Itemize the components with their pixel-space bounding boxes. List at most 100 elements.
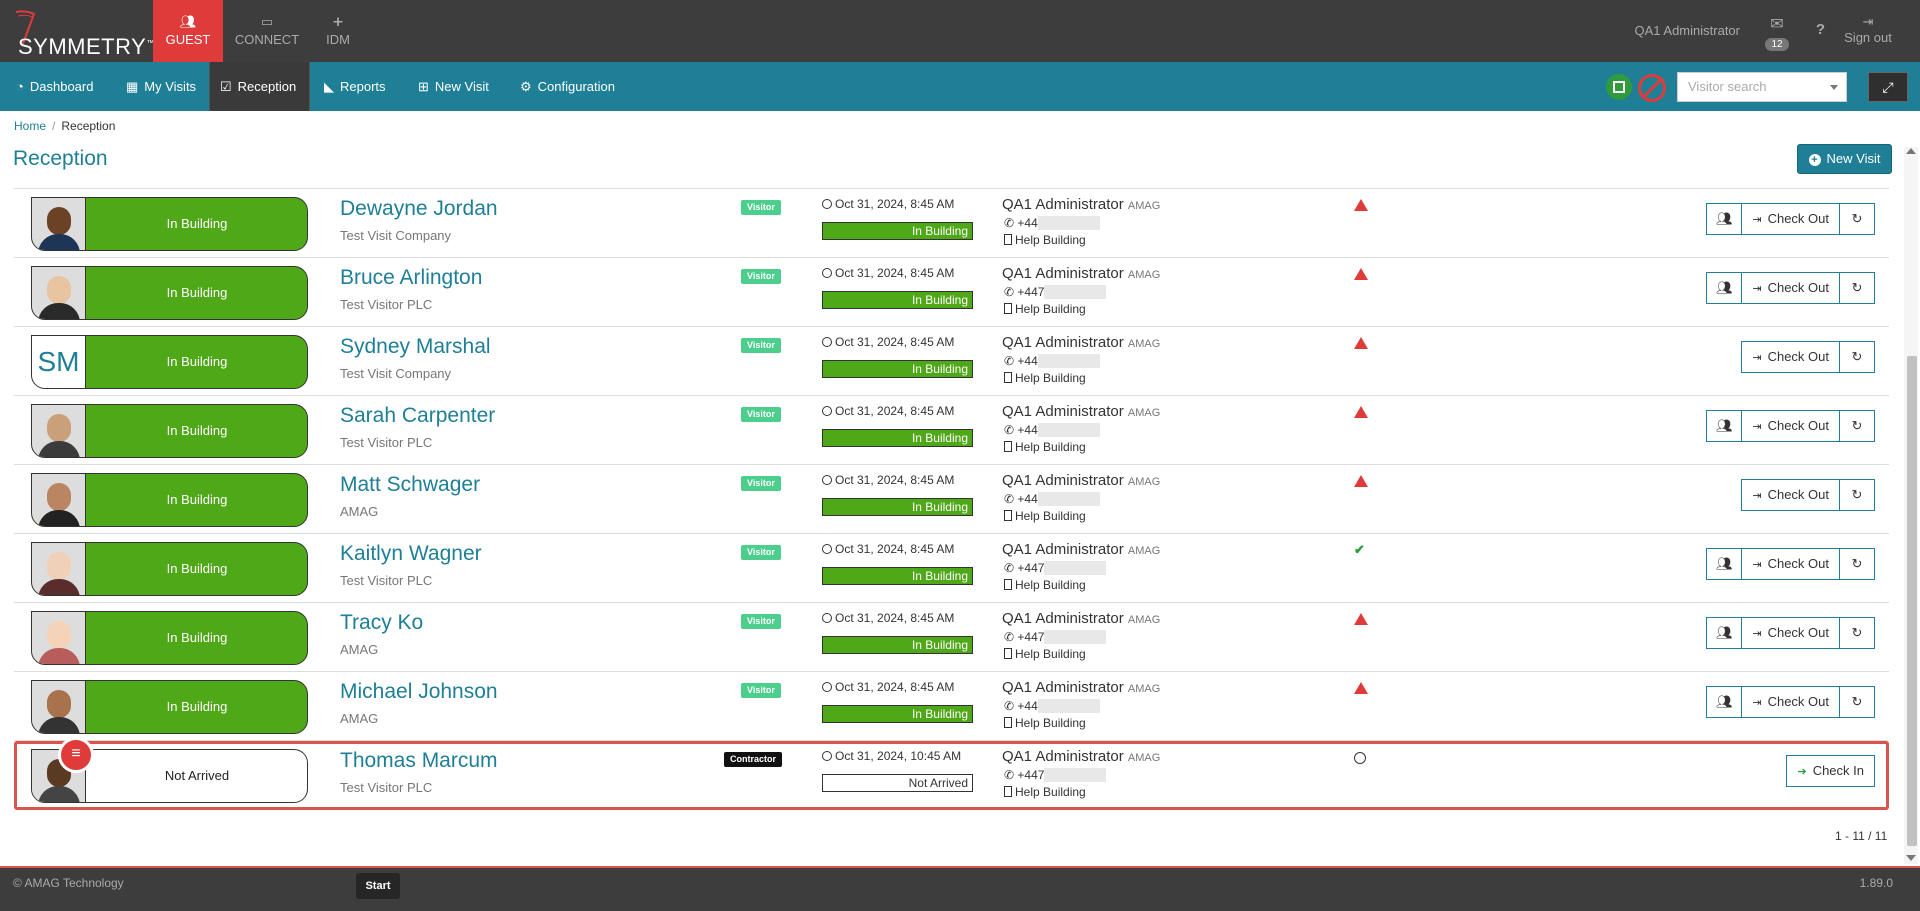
warning-icon (1354, 406, 1368, 418)
visit-row[interactable]: In Building Dewayne Jordan Test Visit Co… (14, 189, 1889, 258)
check-out-label: Check Out (1767, 625, 1829, 640)
nav-dashboard[interactable]: ◔ Dashboard (6, 62, 103, 111)
building-label: Help Building (1015, 785, 1086, 799)
visit-time-label: Oct 31, 2024, 8:45 AM (835, 404, 955, 418)
breadcrumb-home[interactable]: Home (14, 119, 46, 133)
users-icon: 👥︎ (1716, 625, 1733, 640)
group-button[interactable]: 👥︎ (1706, 617, 1743, 649)
visitor-name[interactable]: Tracy Ko (340, 611, 423, 635)
check-out-label: Check Out (1767, 280, 1829, 295)
visitor-name[interactable]: Kaitlyn Wagner (340, 542, 482, 566)
visit-time: Oct 31, 2024, 8:45 AM (822, 611, 954, 625)
nav-configuration[interactable]: ⚙︎ Configuration (510, 62, 625, 111)
module-idm[interactable]: ➕︎ IDM (303, 0, 373, 62)
check-out-button[interactable]: ⇥ Check Out (1741, 479, 1840, 511)
nav-reports[interactable]: ◣ Reports (314, 62, 396, 111)
sign-out-button[interactable]: ⇥ Sign out (1838, 14, 1898, 45)
nav-new-visit[interactable]: ⊞ New Visit (408, 62, 499, 111)
clock-icon (822, 337, 832, 347)
visitor-name[interactable]: Sydney Marshal (340, 335, 491, 359)
visitor-type-badge: Visitor (741, 269, 781, 284)
check-out-button[interactable]: ⇥ Check Out (1741, 617, 1840, 649)
visitor-name[interactable]: Michael Johnson (340, 680, 498, 704)
phone-icon: ✆ (1004, 561, 1018, 575)
phone-redacted (1044, 768, 1107, 782)
visit-status-pill[interactable]: In Building (31, 611, 308, 665)
host-phone: ✆ +44 (1004, 492, 1100, 506)
check-out-button[interactable]: ⇥ Check Out (1741, 686, 1840, 718)
building-label: Help Building (1015, 578, 1086, 592)
check-out-button[interactable]: ⇥ Check Out (1741, 272, 1840, 304)
check-icon: ✔︎ (1354, 542, 1365, 557)
no-entry-button[interactable] (1638, 74, 1666, 102)
visit-status-pill[interactable]: In Building (31, 404, 308, 458)
visit-status-pill[interactable]: In Building (31, 542, 308, 596)
group-button[interactable]: 👥︎ (1706, 686, 1743, 718)
check-out-button[interactable]: ⇥ Check Out (1741, 548, 1840, 580)
avatar-body (38, 234, 80, 250)
refresh-button[interactable]: ↻ (1839, 686, 1875, 718)
visit-row[interactable]: Not Arrived ≡ Thomas Marcum Test Visitor… (14, 737, 1889, 810)
check-out-button[interactable]: ⇥ Check Out (1741, 410, 1840, 442)
visitor-name[interactable]: Thomas Marcum (340, 749, 498, 773)
module-guest-label: GUEST (165, 32, 211, 47)
group-button[interactable]: 👥︎ (1706, 272, 1743, 304)
visitor-company: Test Visit Company (340, 228, 452, 243)
building: Help Building (1004, 509, 1086, 523)
sign-out-icon: ⇥ (1752, 628, 1762, 640)
refresh-button[interactable]: ↻ (1839, 203, 1875, 235)
refresh-button[interactable]: ↻ (1839, 617, 1875, 649)
start-button[interactable]: Start (356, 873, 400, 899)
visit-row[interactable]: In Building Matt Schwager AMAG Visitor O… (14, 465, 1889, 534)
group-button[interactable]: 👥︎ (1706, 203, 1743, 235)
visit-status-pill[interactable]: In Building (31, 473, 308, 527)
visit-status-pill[interactable]: In Building (31, 266, 308, 320)
visitor-name[interactable]: Bruce Arlington (340, 266, 482, 290)
visit-row[interactable]: In Building Michael Johnson AMAG Visitor… (14, 672, 1889, 741)
symmetry-logo[interactable]: SYMMETRY™ (6, 4, 154, 60)
group-button[interactable]: 👥︎ (1706, 548, 1743, 580)
visit-status-pill[interactable]: In Building (31, 197, 308, 251)
check-out-button[interactable]: ⇥ Check Out (1741, 203, 1840, 235)
visit-row[interactable]: In Building Bruce Arlington Test Visitor… (14, 258, 1889, 327)
current-user[interactable]: QA1 Administrator (1635, 23, 1741, 38)
help-button[interactable]: ? (1816, 21, 1825, 38)
sign-out-icon: ⇥ (1862, 14, 1874, 29)
visit-row[interactable]: In Building Kaitlyn Wagner Test Visitor … (14, 534, 1889, 603)
visit-row[interactable]: SM In Building Sydney Marshal Test Visit… (14, 327, 1889, 396)
qr-code-button[interactable] (1606, 74, 1632, 100)
mail-button[interactable]: ✉︎ 12 (1762, 14, 1792, 52)
nav-reception[interactable]: ☑ Reception (209, 62, 310, 111)
check-in-button[interactable]: ➔ Check In (1786, 755, 1875, 787)
nav-my-visits[interactable]: ▦ My Visits (116, 62, 206, 111)
scroll-down-arrow-icon[interactable] (1906, 855, 1916, 861)
visit-row[interactable]: In Building Tracy Ko AMAG Visitor Oct 31… (14, 603, 1889, 672)
fullscreen-button[interactable]: ⤢ (1868, 72, 1908, 102)
new-visit-button[interactable]: + New Visit (1797, 144, 1892, 174)
check-out-button[interactable]: ⇥ Check Out (1741, 341, 1840, 373)
visit-status-pill[interactable]: SM In Building (31, 335, 308, 389)
visit-row[interactable]: In Building Sarah Carpenter Test Visitor… (14, 396, 1889, 465)
host: QA1 Administrator AMAG (1002, 610, 1160, 627)
check-out-label: Check Out (1767, 694, 1829, 709)
phone-redacted (1037, 354, 1100, 368)
refresh-button[interactable]: ↻ (1839, 341, 1875, 373)
visit-status-pill[interactable]: In Building (31, 680, 308, 734)
module-connect[interactable]: ▭ CONNECT (232, 0, 302, 62)
refresh-button[interactable]: ↻ (1839, 548, 1875, 580)
visitor-type-badge: Visitor (741, 200, 781, 215)
avatar-body (38, 441, 80, 457)
group-button[interactable]: 👥︎ (1706, 410, 1743, 442)
refresh-button[interactable]: ↻ (1839, 410, 1875, 442)
module-guest[interactable]: 👥︎ GUEST (153, 0, 223, 62)
refresh-button[interactable]: ↻ (1839, 272, 1875, 304)
visitor-search-select[interactable]: Visitor search (1677, 72, 1847, 102)
visitor-name[interactable]: Matt Schwager (340, 473, 480, 497)
refresh-button[interactable]: ↻ (1839, 479, 1875, 511)
scroll-up-arrow-icon[interactable] (1906, 148, 1916, 154)
visitor-name[interactable]: Dewayne Jordan (340, 197, 498, 221)
host-org: AMAG (1127, 545, 1161, 557)
scrollbar-thumb[interactable] (1907, 356, 1917, 846)
visitor-name[interactable]: Sarah Carpenter (340, 404, 495, 428)
calendar-icon: ▦ (126, 79, 139, 94)
